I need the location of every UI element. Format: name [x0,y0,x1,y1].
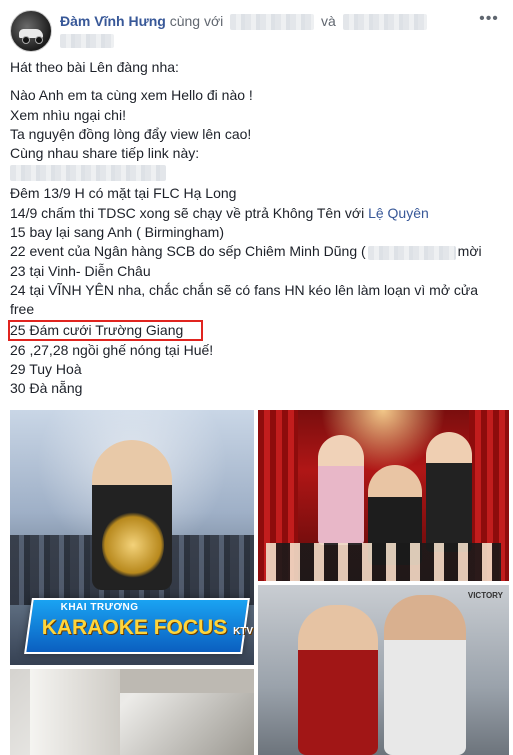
photo-karaoke-focus-poster[interactable]: KHAI TRƯƠNG KARAOKE FOCUS KTV [10,410,254,665]
red-highlight-box: 25 Đám cưới Trường Giang [8,319,204,341]
more-options-icon[interactable]: ••• [477,8,501,30]
mention-link[interactable]: Lệ Quyên [368,205,429,221]
with-text: cùng với [169,13,224,29]
post-text: Hát theo bài Lên đàng nha: Nào Anh em ta… [8,58,510,398]
post-line: Nào Anh em ta cùng xem Hello đi nào ! [10,87,253,104]
mention-blurred[interactable] [367,245,456,260]
link-blurred[interactable] [10,165,166,182]
tagged-user-blurred[interactable] [230,14,315,31]
post-line-highlighted: 25 Đám cưới Trường Giang [8,319,510,341]
facebook-post: Đàm Vĩnh Hưng cùng với và ••• Hát theo b… [0,0,513,755]
post-line: 24 tại VĨNH YÊN nha, chắc chắn sẽ có fan… [10,281,479,318]
post-line: 22 event của Ngân hàng SCB do sếp Chiêm … [10,243,482,260]
photo-logo: VICTORY [467,591,503,600]
post-line: Cùng nhau share tiếp link này: [10,145,200,162]
karaoke-banner: KHAI TRƯƠNG KARAOKE FOCUS KTV [24,598,253,654]
author-name-link[interactable]: Đàm Vĩnh Hưng [60,13,166,29]
gold-ornament [102,510,164,580]
photo-interior[interactable] [10,669,254,755]
post-line: Ta nguyện đồng lòng đẩy view lên cao! [10,125,252,142]
post-timestamp-blurred[interactable] [60,34,114,48]
post-line: 26 ,27,28 ngồi ghế nóng tại Huế! [10,341,214,358]
post-line: 30 Đà nẵng [10,380,83,397]
post-line: 15 bay lại sang Anh ( Birmingham) [10,224,224,241]
post-line: Đêm 13/9 H có mặt tại FLC Hạ Long [10,185,237,202]
tagged-user-blurred[interactable] [342,14,427,31]
author-avatar[interactable] [10,10,52,52]
post-line: 14/9 chấm thi TDSC xong sẽ chạy về ptrả … [10,204,429,221]
post-line: 23 tại Vinh- Diễn Châu [10,262,151,279]
post-line: 29 Tuy Hoà [10,360,82,377]
and-text: và [321,13,336,29]
post-header: Đàm Vĩnh Hưng cùng với và [60,12,427,31]
photo-two-men[interactable]: VICTORY [258,585,509,755]
photo-stage-group[interactable] [258,410,509,581]
post-line: Xem nhìu ngại chi! [10,106,126,123]
post-line: Hát theo bài Lên đàng nha: [10,59,179,75]
